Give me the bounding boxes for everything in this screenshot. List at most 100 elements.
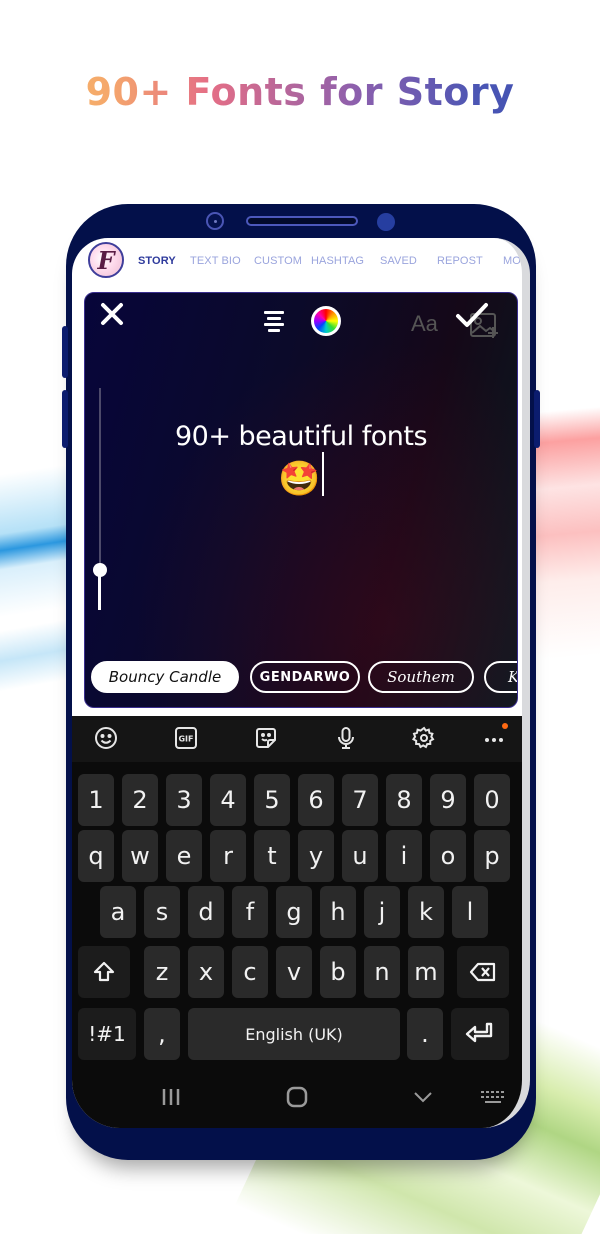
more-icon: [485, 738, 503, 742]
emoji-button[interactable]: [94, 726, 118, 750]
key-r[interactable]: r: [210, 830, 246, 882]
key-8[interactable]: 8: [386, 774, 422, 826]
key-e[interactable]: e: [166, 830, 202, 882]
key-b[interactable]: b: [320, 946, 356, 998]
key-9[interactable]: 9: [430, 774, 466, 826]
key-z[interactable]: z: [144, 946, 180, 998]
key-g[interactable]: g: [276, 886, 312, 938]
period-key[interactable]: .: [407, 1008, 443, 1060]
font-chip-next[interactable]: K: [484, 661, 517, 693]
comma-key[interactable]: ,: [144, 1008, 180, 1060]
proximity-sensor: [377, 213, 395, 231]
key-p[interactable]: p: [474, 830, 510, 882]
font-button[interactable]: Aa: [411, 311, 438, 337]
space-key[interactable]: English (UK): [188, 1008, 400, 1060]
key-y[interactable]: y: [298, 830, 334, 882]
key-4[interactable]: 4: [210, 774, 246, 826]
logo-letter: F: [97, 245, 115, 275]
story-text-area[interactable]: 90+ beautiful fonts 🤩: [85, 421, 517, 499]
keyboard-icon: [481, 1091, 504, 1103]
more-options-button[interactable]: [482, 723, 508, 750]
microphone-icon: [338, 727, 354, 749]
gif-button[interactable]: GIF: [174, 726, 198, 750]
color-picker-button[interactable]: [311, 306, 341, 336]
key-c[interactable]: c: [232, 946, 268, 998]
font-selector: Bouncy Candle GENDARWO Southem K: [91, 661, 517, 695]
key-q[interactable]: q: [78, 830, 114, 882]
symbols-key[interactable]: !#1: [78, 1008, 136, 1060]
font-chip-bouncy-candle[interactable]: Bouncy Candle: [91, 661, 239, 693]
sticker-button[interactable]: [254, 726, 278, 750]
story-editor-canvas[interactable]: Aa 90+ beautiful fonts 🤩 Bouncy Candle G…: [84, 292, 518, 708]
shift-icon: [93, 961, 115, 982]
key-m[interactable]: m: [408, 946, 444, 998]
star-struck-emoji: 🤩: [278, 459, 320, 499]
top-tab-bar: F STORY TEXT BIO CUSTOM HASHTAG SAVED RE…: [72, 238, 522, 290]
enter-icon: [465, 1022, 493, 1043]
enter-key[interactable]: [451, 1008, 509, 1060]
key-u[interactable]: u: [342, 830, 378, 882]
tab-custom[interactable]: CUSTOM: [254, 255, 302, 267]
key-f[interactable]: f: [232, 886, 268, 938]
key-j[interactable]: j: [364, 886, 400, 938]
checkmark-icon: [456, 303, 488, 327]
tab-story[interactable]: STORY: [138, 255, 176, 267]
key-o[interactable]: o: [430, 830, 466, 882]
key-v[interactable]: v: [276, 946, 312, 998]
chevron-down-icon: [414, 1092, 432, 1103]
backspace-key[interactable]: [457, 946, 509, 998]
key-t[interactable]: t: [254, 830, 290, 882]
tab-saved[interactable]: SAVED: [380, 255, 417, 267]
key-0[interactable]: 0: [474, 774, 510, 826]
phone-side-button: [62, 390, 68, 448]
key-w[interactable]: w: [122, 830, 158, 882]
tab-more[interactable]: MO: [503, 255, 521, 267]
key-l[interactable]: l: [452, 886, 488, 938]
slider-thumb[interactable]: [93, 563, 107, 578]
voice-input-button[interactable]: [334, 726, 358, 750]
key-i[interactable]: i: [386, 830, 422, 882]
sticker-icon: [256, 728, 276, 748]
text-align-line: [264, 323, 284, 326]
phone-screen: F STORY TEXT BIO CUSTOM HASHTAG SAVED RE…: [72, 238, 530, 1128]
done-button[interactable]: [455, 301, 489, 331]
text-align-button[interactable]: [263, 311, 285, 333]
key-k[interactable]: k: [408, 886, 444, 938]
key-s[interactable]: s: [144, 886, 180, 938]
home-button[interactable]: [286, 1086, 308, 1113]
keyboard-settings-button[interactable]: [411, 726, 436, 750]
backspace-icon: [469, 962, 496, 982]
key-6[interactable]: 6: [298, 774, 334, 826]
settings-icon: [411, 726, 435, 749]
key-h[interactable]: h: [320, 886, 356, 938]
key-n[interactable]: n: [364, 946, 400, 998]
text-align-center-icon: [264, 311, 284, 314]
tab-hashtag[interactable]: HASHTAG: [311, 255, 364, 267]
key-7[interactable]: 7: [342, 774, 378, 826]
tab-text-bio[interactable]: TEXT BIO: [190, 255, 241, 267]
key-a[interactable]: a: [100, 886, 136, 938]
keyboard-toolbar: GIF: [72, 716, 522, 762]
shift-key[interactable]: [78, 946, 130, 998]
app-logo[interactable]: F: [88, 242, 124, 278]
key-5[interactable]: 5: [254, 774, 290, 826]
emoji-icon: [95, 727, 117, 749]
system-navigation-bar: [72, 1072, 522, 1128]
font-chip-gendarwo[interactable]: GENDARWO: [250, 661, 360, 693]
tab-repost[interactable]: REPOST: [437, 255, 483, 267]
key-x[interactable]: x: [188, 946, 224, 998]
key-1[interactable]: 1: [78, 774, 114, 826]
recent-apps-button[interactable]: [160, 1086, 182, 1113]
font-chip-southem[interactable]: Southem: [368, 661, 474, 693]
keyboard-switch-button[interactable]: [480, 1086, 506, 1113]
key-2[interactable]: 2: [122, 774, 158, 826]
key-d[interactable]: d: [188, 886, 224, 938]
close-button[interactable]: [97, 301, 127, 331]
text-cursor: [321, 452, 324, 496]
phone-side-button: [62, 326, 68, 378]
gif-icon: GIF: [175, 727, 197, 749]
earpiece-speaker: [246, 216, 358, 226]
story-text: 90+ beautiful fonts: [174, 421, 428, 452]
hide-keyboard-button[interactable]: [412, 1086, 434, 1113]
key-3[interactable]: 3: [166, 774, 202, 826]
